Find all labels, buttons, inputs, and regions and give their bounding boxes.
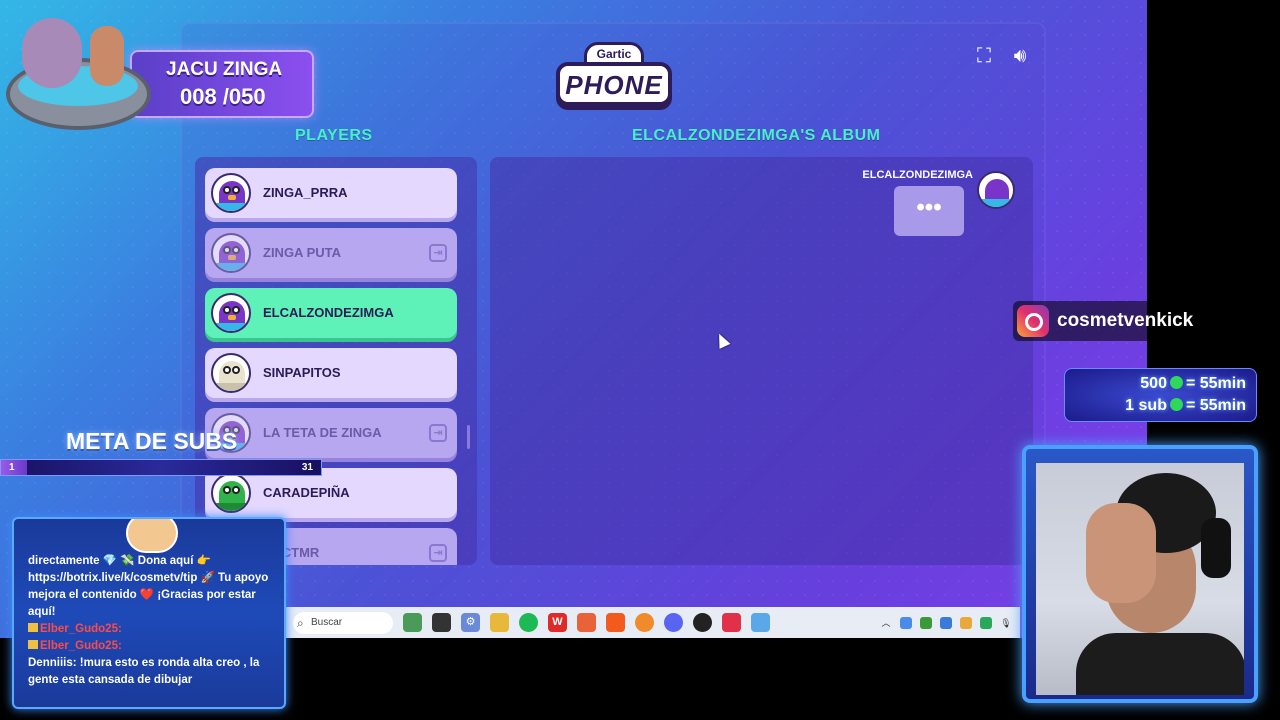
sub-goal-bar: 1 31 bbox=[0, 459, 322, 476]
kick-gem-icon bbox=[1169, 376, 1183, 389]
album-title: ELCALZONDEZIMGA'S ALBUM bbox=[632, 127, 881, 144]
player-row: SINPAPITOS bbox=[205, 348, 457, 398]
instagram-handle: cosmetvenkick bbox=[1057, 310, 1194, 331]
sub-rate-kicks: 500 = 55min bbox=[1140, 375, 1246, 392]
player-row-active: ELCALZONDEZIMGA bbox=[205, 288, 457, 338]
typing-indicator: ••• bbox=[894, 186, 964, 236]
disconnected-icon: ⇥ bbox=[429, 544, 447, 562]
sub-goal-min: 1 bbox=[9, 462, 15, 473]
player-name: CARADEPIÑA bbox=[263, 485, 350, 500]
hamster-mascot-icon bbox=[126, 519, 178, 553]
gartic-phone-logo: Gartic PHONE bbox=[556, 42, 672, 110]
album-panel: ELCALZONDEZIMGA ••• bbox=[490, 157, 1033, 565]
settings-icon[interactable]: ⚙ bbox=[461, 613, 480, 632]
sub-rate-sub: 1 sub = 55min bbox=[1125, 397, 1246, 414]
crown-icon bbox=[28, 623, 38, 632]
disconnected-icon: ⇥ bbox=[429, 244, 447, 262]
tray-app-icon[interactable] bbox=[920, 616, 932, 629]
player-name: ZINGA PUTA bbox=[263, 245, 341, 260]
app-icon[interactable] bbox=[577, 613, 596, 632]
chat-message: Denniiis: !mura esto es ronda alta creo … bbox=[28, 657, 260, 686]
volume-icon[interactable]: 🔊︎ bbox=[1008, 44, 1032, 68]
tray-app-icon[interactable] bbox=[900, 616, 912, 629]
instagram-icon bbox=[1017, 305, 1049, 337]
logo-main-text: PHONE bbox=[565, 70, 663, 100]
tray-app-icon[interactable] bbox=[980, 616, 992, 629]
brave-icon[interactable] bbox=[606, 613, 625, 632]
player-avatar bbox=[211, 353, 251, 393]
sub-gem-icon bbox=[1169, 398, 1183, 411]
album-author-avatar bbox=[977, 171, 1015, 209]
tiktok-icon[interactable] bbox=[722, 613, 741, 632]
windows-taskbar: Buscar ⚙ W ︿ 🎙︎ bbox=[285, 607, 1020, 638]
sub-goal: META DE SUBS 1 31 bbox=[0, 424, 322, 484]
taskbar-search[interactable]: Buscar bbox=[293, 611, 393, 634]
wps-icon[interactable]: W bbox=[548, 613, 567, 632]
obs-icon[interactable] bbox=[693, 613, 712, 632]
player-row: ZINGA PUTA ⇥ bbox=[205, 228, 457, 278]
webcam-frame bbox=[1022, 445, 1258, 703]
players-list: ZINGA_PRRA ZINGA PUTA ⇥ ELCALZONDEZIMGA … bbox=[195, 157, 477, 565]
player-name: SINPAPITOS bbox=[263, 365, 341, 380]
chat-message: Elber_Gudo25: bbox=[28, 638, 278, 655]
app-icon[interactable] bbox=[751, 613, 770, 632]
player-avatar bbox=[211, 233, 251, 273]
webcam-feed bbox=[1036, 463, 1244, 695]
task-view-icon[interactable] bbox=[432, 613, 451, 632]
album-author-name: ELCALZONDEZIMGA bbox=[862, 169, 973, 181]
player-name: ZINGA_PRRA bbox=[263, 185, 348, 200]
crown-icon bbox=[28, 640, 38, 649]
sub-goal-max: 31 bbox=[301, 462, 313, 473]
follower-badge: JACU ZINGA 008 /050 bbox=[130, 50, 314, 118]
badge-count: 008 /050 bbox=[180, 84, 266, 109]
disconnected-icon: ⇥ bbox=[429, 424, 447, 442]
tray-app-icon[interactable] bbox=[940, 616, 952, 629]
chevron-up-icon[interactable]: ︿ bbox=[880, 617, 892, 629]
hot-tub-illustration bbox=[6, 12, 151, 130]
widget-icon[interactable] bbox=[403, 613, 422, 632]
microphone-icon[interactable]: 🎙︎ bbox=[1000, 617, 1012, 629]
player-name: ELCALZONDEZIMGA bbox=[263, 305, 394, 320]
sub-rates-panel: 500 = 55min 1 sub = 55min bbox=[1064, 368, 1257, 422]
logo-top-text: Gartic bbox=[596, 47, 632, 61]
file-explorer-icon[interactable] bbox=[490, 613, 509, 632]
tray-app-icon[interactable] bbox=[960, 616, 972, 629]
instagram-tag: cosmetvenkick bbox=[1013, 301, 1223, 341]
fullscreen-icon[interactable]: ⛶ bbox=[972, 44, 996, 68]
spotify-icon[interactable] bbox=[519, 613, 538, 632]
badge-name: JACU ZINGA bbox=[166, 59, 283, 80]
player-avatar bbox=[211, 293, 251, 333]
players-title: PLAYERS bbox=[295, 127, 373, 144]
discord-icon[interactable] bbox=[664, 613, 683, 632]
player-row: ZINGA_PRRA bbox=[205, 168, 457, 218]
chat-message: directamente 💎 💸 Dona aquí 👉 https://bot… bbox=[28, 555, 269, 618]
sub-goal-title: META DE SUBS bbox=[66, 428, 238, 454]
chat-message: Elber_Gudo25: bbox=[28, 621, 278, 638]
firefox-icon[interactable] bbox=[635, 613, 654, 632]
players-scrollbar[interactable] bbox=[467, 425, 470, 449]
chat-panel: directamente 💎 💸 Dona aquí 👉 https://bot… bbox=[12, 517, 286, 709]
player-avatar bbox=[211, 173, 251, 213]
